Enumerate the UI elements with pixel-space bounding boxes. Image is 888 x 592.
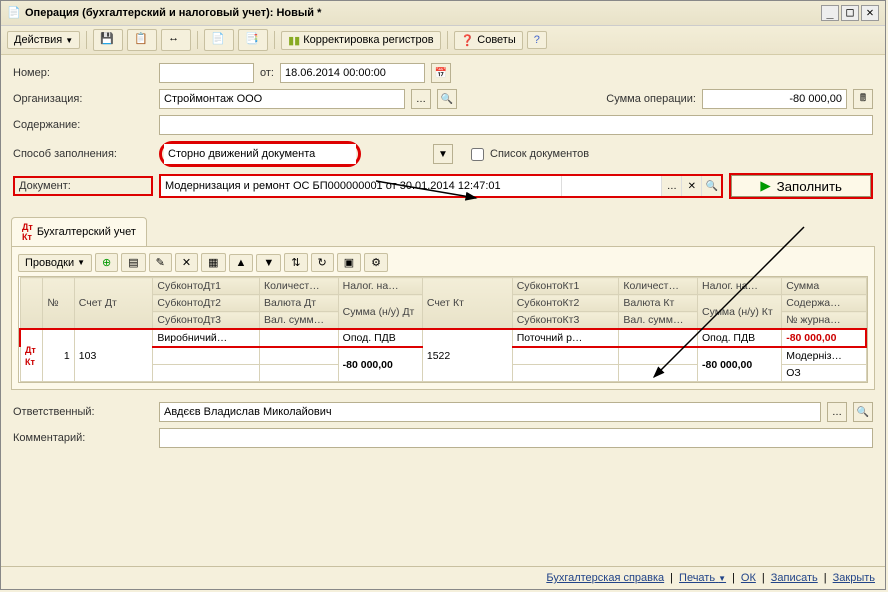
table-row[interactable]: ДтКт 1 103 Виробничий… Опод. ПДВ 1522 По…: [20, 329, 866, 347]
entries-grid[interactable]: № Счет Дт СубконтоДт1 Количест… Налог. н…: [18, 276, 868, 383]
main-toolbar: Действия▼ 💾 📋 ↔ 📄 📑 ▮▮Корректировка реги…: [1, 26, 885, 55]
sum-input[interactable]: [702, 89, 847, 109]
content-label: Содержание:: [13, 119, 153, 131]
col-sum[interactable]: Сумма: [782, 278, 866, 295]
col-qty[interactable]: Количест…: [260, 278, 339, 295]
fill-mode-label: Способ заполнения:: [13, 148, 153, 160]
number-input[interactable]: [159, 63, 254, 83]
comment-label: Комментарий:: [13, 432, 153, 444]
close-button-footer[interactable]: Закрыть: [833, 572, 875, 584]
doc-select-button[interactable]: …: [661, 176, 681, 196]
down-button[interactable]: ▼: [256, 254, 281, 272]
tab-accounting[interactable]: ДтКт Бухгалтерский учет: [11, 217, 147, 246]
org-select-button[interactable]: …: [411, 89, 431, 109]
tool-icon-5[interactable]: 📑: [238, 29, 268, 51]
content-input[interactable]: [159, 115, 873, 135]
help-button[interactable]: ?: [527, 31, 547, 49]
fill-mode-dropdown[interactable]: ▼: [433, 144, 453, 164]
tool-icon-4[interactable]: 📄: [204, 29, 234, 51]
col-sub1[interactable]: СубконтоДт1: [153, 278, 260, 295]
delete-button[interactable]: ✕: [175, 253, 198, 272]
tips-button[interactable]: ❓Советы: [454, 31, 523, 50]
date-input[interactable]: [280, 63, 425, 83]
accounting-ref-link[interactable]: Бухгалтерская справка: [546, 572, 664, 584]
list-docs-label: Список документов: [490, 148, 589, 160]
tab-icon: ДтКт: [22, 222, 33, 242]
col-tax[interactable]: Налог. на…: [338, 278, 422, 295]
tool-icon-2[interactable]: 📋: [127, 29, 157, 51]
col-qtyk[interactable]: Количест…: [619, 278, 698, 295]
resp-label: Ответственный:: [13, 406, 153, 418]
resp-input[interactable]: [159, 402, 821, 422]
doc-input[interactable]: [161, 176, 561, 196]
window-title: Операция (бухгалтерский и налоговый учет…: [25, 7, 819, 19]
ok-button[interactable]: ОК: [741, 572, 756, 584]
col-n[interactable]: №: [43, 278, 74, 330]
edit2-button[interactable]: ✎: [149, 253, 172, 272]
col-taxk[interactable]: Налог. на…: [697, 278, 781, 295]
tool-icon-3[interactable]: ↔: [161, 29, 191, 51]
sort-button[interactable]: ⇅: [284, 253, 307, 272]
add-button[interactable]: ⊕: [95, 253, 118, 272]
sum-label: Сумма операции:: [606, 93, 696, 105]
refresh-button[interactable]: ↻: [311, 253, 334, 272]
list-docs-checkbox[interactable]: [471, 148, 484, 161]
fill-mode-select[interactable]: [164, 144, 356, 164]
from-label: от:: [260, 67, 274, 79]
titlebar: 📄 Операция (бухгалтерский и налоговый уч…: [1, 1, 885, 26]
org-input[interactable]: [159, 89, 405, 109]
calc-icon[interactable]: 🖩: [853, 89, 873, 109]
doc-label: Документ:: [13, 176, 153, 196]
maximize-button[interactable]: □: [841, 5, 859, 21]
col-acc-dt[interactable]: Счет Дт: [74, 278, 153, 330]
resp-open-button[interactable]: 🔍: [853, 402, 873, 422]
actions-menu[interactable]: Действия▼: [7, 31, 80, 49]
entries-menu[interactable]: Проводки▼: [18, 254, 92, 272]
settings-button[interactable]: ⚙: [364, 253, 388, 272]
window-icon: 📄: [7, 6, 21, 20]
org-open-button[interactable]: 🔍: [437, 89, 457, 109]
col-subk1[interactable]: СубконтоКт1: [512, 278, 619, 295]
col-acc-kt[interactable]: Счет Кт: [422, 278, 512, 330]
resp-select-button[interactable]: …: [827, 402, 847, 422]
doc-open-button[interactable]: 🔍: [701, 176, 721, 196]
copy-button[interactable]: ▦: [201, 253, 225, 272]
edit-button[interactable]: ▤: [121, 253, 145, 272]
close-button[interactable]: ✕: [861, 5, 879, 21]
print-menu[interactable]: Печать ▼: [679, 572, 726, 584]
tool-icon-1[interactable]: 💾: [93, 29, 123, 51]
number-label: Номер:: [13, 67, 153, 79]
doc-clear-button[interactable]: ✕: [681, 176, 701, 196]
export-button[interactable]: ▣: [337, 253, 361, 272]
footer: Бухгалтерская справка | Печать ▼ | ОК | …: [1, 566, 885, 589]
up-button[interactable]: ▲: [229, 254, 254, 272]
calendar-icon[interactable]: 📅: [431, 63, 451, 83]
save-button[interactable]: Записать: [771, 572, 818, 584]
row-icon: ДтКт: [25, 345, 36, 367]
comment-input[interactable]: [159, 428, 873, 448]
tab-label: Бухгалтерский учет: [37, 226, 136, 238]
org-label: Организация:: [13, 93, 153, 105]
adjust-registers-button[interactable]: ▮▮Корректировка регистров: [281, 31, 440, 50]
minimize-button[interactable]: _: [821, 5, 839, 21]
fill-button[interactable]: ▶Заполнить: [731, 175, 871, 197]
